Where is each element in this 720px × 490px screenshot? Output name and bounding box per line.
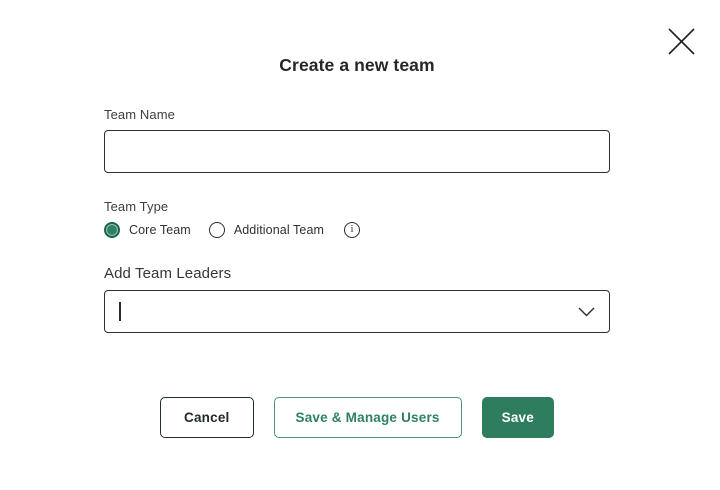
radio-additional-team-label: Additional Team [233,223,325,237]
radio-core-team-label: Core Team [129,223,191,237]
cancel-button[interactable]: Cancel [160,397,254,438]
create-team-modal: Create a new team Team Name Team Type Co… [0,0,720,490]
modal-title: Create a new team [279,55,435,75]
radio-circle-icon[interactable] [208,222,225,238]
radio-circle-icon[interactable] [104,222,120,238]
team-type-label: Team Type [104,199,169,214]
radio-core-team[interactable]: Core Team [104,222,191,238]
team-leaders-label: Add Team Leaders [104,265,232,282]
text-cursor [119,302,121,321]
team-name-label: Team Name [104,107,175,122]
team-name-input[interactable] [104,130,610,173]
close-icon[interactable] [666,26,696,56]
action-button-row: Cancel Save & Manage Users Save [0,397,714,438]
radio-additional-team[interactable]: Additional Team [208,222,325,238]
chevron-down-icon[interactable] [578,291,595,332]
save-button[interactable]: Save [481,397,554,438]
save-and-manage-users-button[interactable]: Save & Manage Users [273,397,462,438]
team-type-radio-group: Core Team Additional Team i [104,222,361,238]
team-leaders-combobox[interactable] [104,290,610,333]
info-icon[interactable]: i [344,222,361,238]
